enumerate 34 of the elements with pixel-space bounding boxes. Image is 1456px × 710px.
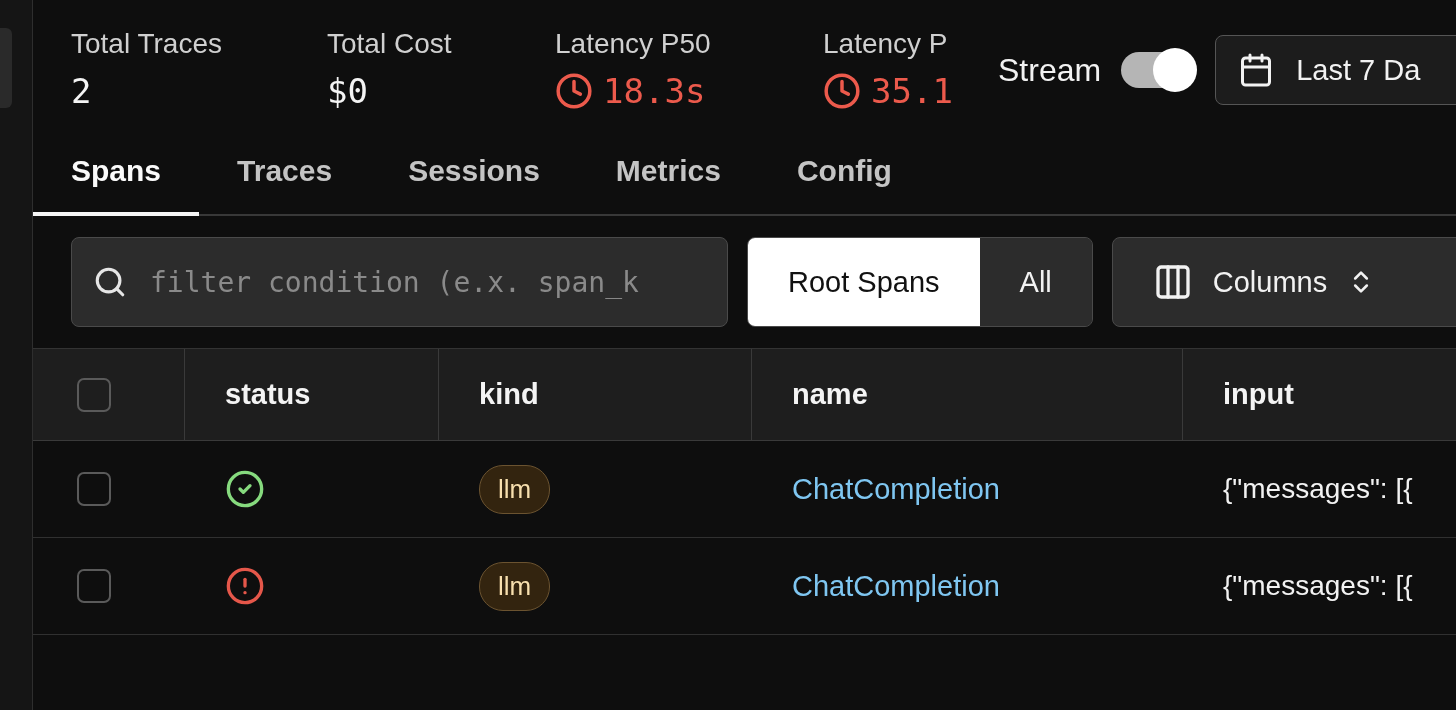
stat-value: 2 <box>71 71 92 112</box>
stat-label: Total Cost <box>327 28 453 60</box>
tab[interactable]: Traces <box>199 154 371 216</box>
column-header[interactable]: name <box>792 378 868 411</box>
clock-icon <box>823 72 861 111</box>
date-range-button[interactable]: Last 7 Da <box>1215 35 1456 105</box>
tab[interactable]: Config <box>758 154 930 216</box>
stat-label: Latency P <box>823 28 949 60</box>
checkbox[interactable] <box>77 472 111 506</box>
column-header[interactable]: kind <box>479 378 539 411</box>
tab[interactable]: Spans <box>33 154 200 216</box>
filter-field[interactable]: filter condition (e.x. span_k <box>71 237 728 327</box>
stream-label: Stream <box>998 51 1102 89</box>
checkbox[interactable] <box>77 377 111 412</box>
stat-value: 35.1 <box>871 71 953 112</box>
columns-button[interactable]: Columns <box>1111 237 1456 327</box>
input-text: {"messages": [{ <box>1223 473 1413 505</box>
clock-icon <box>555 72 593 111</box>
kind-badge: llm <box>479 464 551 514</box>
checkbox[interactable] <box>77 569 111 603</box>
column-header[interactable]: input <box>1223 378 1294 411</box>
stat-value: 18.3s <box>603 71 706 112</box>
tab[interactable]: Metrics <box>577 154 759 216</box>
span-name-link[interactable]: ChatCompletion <box>792 472 1000 506</box>
span-name-link[interactable]: ChatCompletion <box>792 569 1000 603</box>
column-header[interactable]: status <box>225 378 311 411</box>
stat-label: Total Traces <box>71 28 223 60</box>
input-text: {"messages": [{ <box>1223 570 1413 602</box>
search-icon <box>93 265 127 299</box>
tab[interactable]: Sessions <box>370 154 578 216</box>
stat-value: $0 <box>327 71 368 112</box>
stat-label: Latency P50 <box>555 28 712 60</box>
span-filter-button[interactable]: Root Spans <box>748 238 980 326</box>
kind-badge: llm <box>479 561 551 611</box>
